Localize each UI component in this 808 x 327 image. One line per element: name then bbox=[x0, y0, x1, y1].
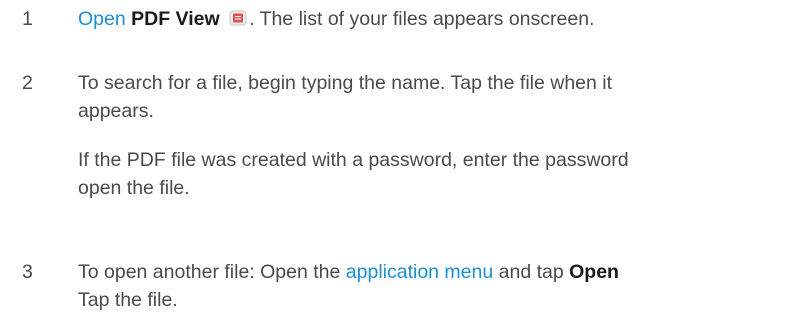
step-number: 2 bbox=[22, 72, 33, 94]
step-body: To search for a file, begin typing the n… bbox=[78, 69, 629, 202]
open-link[interactable]: Open bbox=[78, 8, 126, 30]
app-name: PDF View bbox=[131, 8, 220, 30]
step-note: If the PDF file was created with a passw… bbox=[78, 149, 629, 171]
step-number: 1 bbox=[22, 8, 33, 30]
application-menu-link[interactable]: application menu bbox=[346, 261, 493, 283]
step-text: . The list of your files appears onscree… bbox=[249, 8, 595, 30]
open-command: Open bbox=[569, 261, 619, 283]
step-text: Tap the file. bbox=[78, 289, 178, 311]
instruction-steps: 1 Open PDF View . The list of your files… bbox=[0, 0, 808, 327]
step-text: and tap bbox=[493, 261, 570, 283]
step-body: To open another file: Open the applicati… bbox=[78, 258, 619, 314]
step-text: To open another file: Open the bbox=[78, 261, 346, 283]
step-text: appears. bbox=[78, 100, 154, 122]
pdf-view-app-icon bbox=[229, 10, 247, 26]
step-body: Open PDF View . The list of your files a… bbox=[78, 5, 594, 33]
step-text: To search for a file, begin typing the n… bbox=[78, 72, 613, 94]
step-number: 3 bbox=[22, 261, 33, 283]
step-note: open the file. bbox=[78, 177, 190, 199]
